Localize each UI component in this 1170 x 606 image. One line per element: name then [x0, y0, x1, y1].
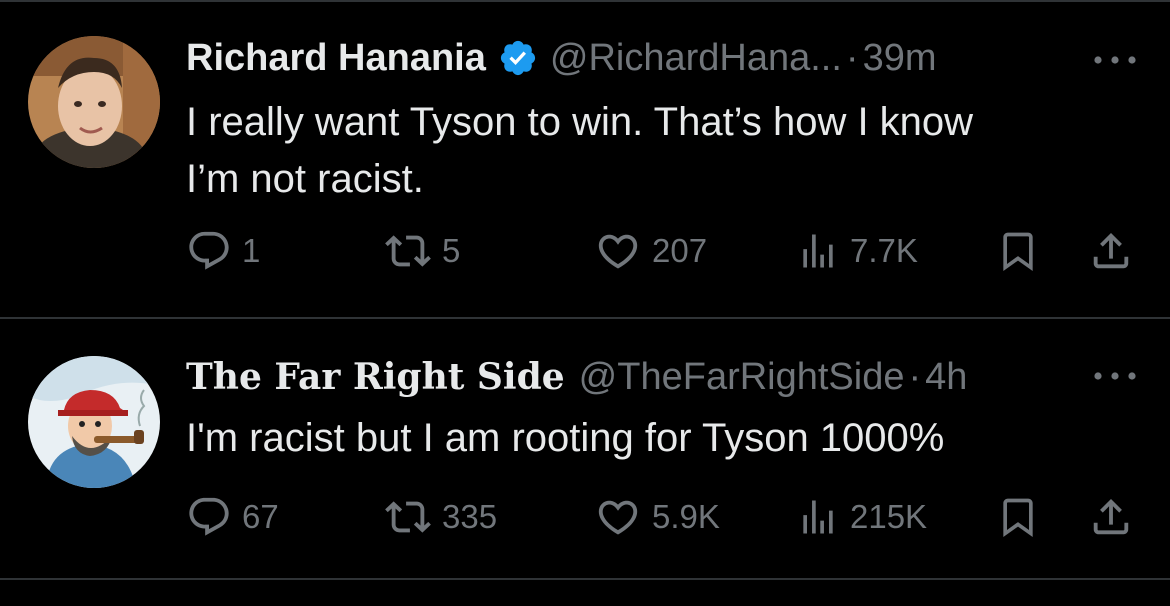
reply-count: 1 — [242, 232, 261, 269]
repost-button[interactable]: 335 — [384, 494, 497, 540]
avatar[interactable] — [28, 36, 160, 168]
action-bar: 67 335 5.9K 215K — [0, 490, 1170, 540]
reply-button[interactable]: 67 — [186, 494, 279, 540]
repost-icon — [385, 235, 431, 267]
display-name[interactable]: The Far Right Side — [186, 356, 565, 398]
tweet-header: Richard Hanania @RichardHana... · 39m — [186, 36, 937, 80]
repost-count: 335 — [442, 498, 498, 535]
tweet-card[interactable]: Richard Hanania @RichardHana... · 39m I … — [0, 0, 1170, 318]
bookmark-icon[interactable] — [996, 228, 1040, 274]
reply-count: 67 — [242, 498, 279, 535]
like-button[interactable]: 207 — [594, 228, 707, 274]
action-bar: 1 5 207 7.7K — [0, 224, 1170, 274]
share-icon[interactable] — [1088, 228, 1134, 274]
like-icon — [598, 234, 638, 269]
like-count: 5.9K — [652, 498, 720, 535]
views-icon — [803, 500, 833, 534]
repost-icon — [385, 501, 431, 533]
tweet-text-line: I’m not racist. — [186, 157, 424, 201]
more-icon[interactable] — [1090, 366, 1140, 386]
display-name[interactable]: Richard Hanania — [186, 37, 486, 80]
like-icon — [598, 500, 638, 535]
reply-icon — [189, 497, 229, 536]
separator-dot: · — [908, 355, 922, 398]
views-icon — [803, 234, 833, 268]
tweet-text-line: I really want Tyson to win. That’s how I… — [186, 100, 974, 144]
tweet-header: The Far Right Side @TheFarRightSide · 4h — [186, 352, 967, 402]
user-handle[interactable]: @TheFarRightSide — [579, 356, 905, 399]
tweet-text-line: I'm racist but I am rooting for Tyson 10… — [186, 416, 945, 460]
views-button[interactable]: 215K — [796, 494, 927, 540]
share-icon[interactable] — [1088, 494, 1134, 540]
views-button[interactable]: 7.7K — [796, 228, 918, 274]
repost-count: 5 — [442, 232, 461, 269]
views-count: 7.7K — [850, 232, 918, 269]
views-count: 215K — [850, 498, 928, 535]
avatar[interactable] — [28, 356, 160, 488]
like-button[interactable]: 5.9K — [594, 494, 720, 540]
timestamp[interactable]: 39m — [863, 37, 937, 80]
like-count: 207 — [652, 232, 708, 269]
verified-badge-icon — [500, 40, 535, 76]
more-icon[interactable] — [1090, 50, 1140, 70]
timestamp[interactable]: 4h — [925, 356, 967, 399]
user-handle[interactable]: @RichardHana... — [550, 37, 842, 80]
tweet-text: I'm racist but I am rooting for Tyson 10… — [186, 410, 1126, 467]
reply-button[interactable]: 1 — [186, 228, 260, 274]
repost-button[interactable]: 5 — [384, 228, 460, 274]
tweet-card[interactable]: The Far Right Side @TheFarRightSide · 4h… — [0, 318, 1170, 580]
tweet-text: I really want Tyson to win. That’s how I… — [186, 94, 1126, 208]
separator-dot: · — [845, 36, 859, 79]
tweet-divider — [0, 578, 1170, 580]
reply-icon — [189, 231, 229, 270]
bookmark-icon[interactable] — [996, 494, 1040, 540]
